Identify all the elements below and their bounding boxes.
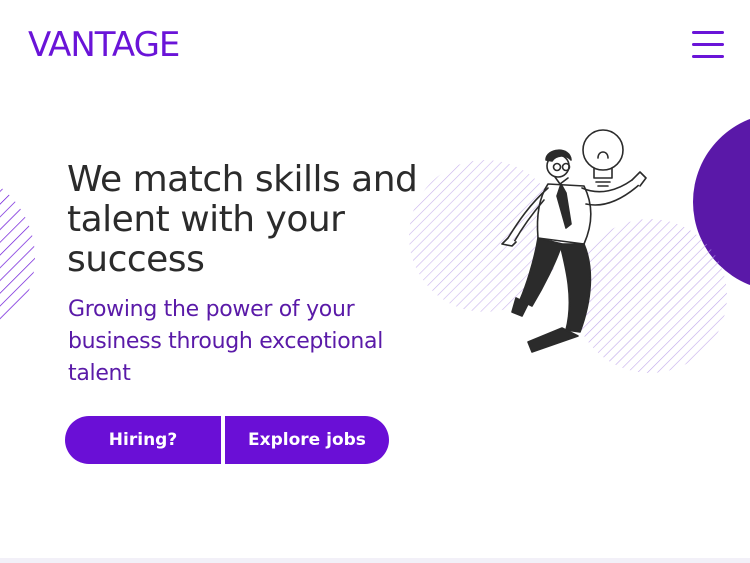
explore-jobs-button[interactable]: Explore jobs xyxy=(225,416,389,464)
hero-subtitle: Growing the power of your business throu… xyxy=(68,297,384,386)
hamburger-menu-icon[interactable] xyxy=(686,25,730,65)
menu-bar xyxy=(692,43,724,46)
section-divider xyxy=(0,558,750,563)
menu-bar xyxy=(692,55,724,58)
brand-logo[interactable]: VANTAGE xyxy=(28,24,180,66)
hero-title: We match skills and talent with your suc… xyxy=(67,159,418,280)
page: VANTAGE We match skills and talent with … xyxy=(0,0,750,563)
background-decoration xyxy=(0,118,750,373)
striped-circle-left xyxy=(409,160,561,312)
menu-bar xyxy=(692,31,724,34)
left-striped-circle xyxy=(0,186,35,330)
striped-circle-right xyxy=(573,219,727,373)
hiring-button[interactable]: Hiring? xyxy=(65,416,221,464)
